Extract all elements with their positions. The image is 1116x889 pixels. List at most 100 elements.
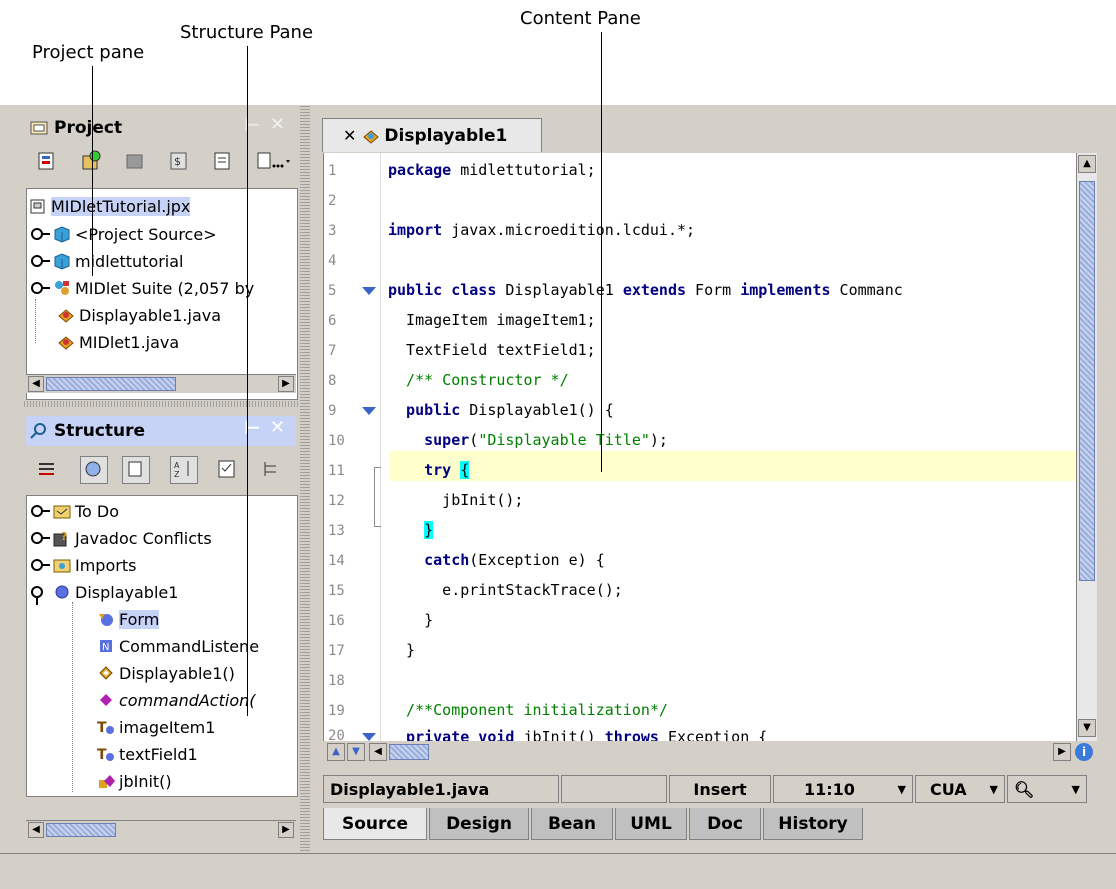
close-tab-icon[interactable]: ✕ xyxy=(343,126,356,145)
chevron-down-icon[interactable]: ▼ xyxy=(898,783,906,796)
tree-view-icon[interactable] xyxy=(260,458,282,480)
tab-design[interactable]: Design xyxy=(429,808,529,840)
scroll-thumb[interactable] xyxy=(389,744,429,760)
fold-arrow-icon[interactable] xyxy=(362,287,376,295)
expander-icon[interactable] xyxy=(31,559,50,571)
splitter[interactable] xyxy=(24,401,298,407)
svg-text:?: ? xyxy=(61,530,67,543)
fold-arrow-icon[interactable] xyxy=(362,733,376,741)
project-hscrollbar[interactable]: ◀ ▶ xyxy=(26,374,296,393)
expander-icon[interactable] xyxy=(31,228,50,240)
expander-icon[interactable] xyxy=(31,586,43,598)
tree-node-midlet-suite[interactable]: MIDlet Suite (2,057 by xyxy=(31,275,254,301)
svg-text:Z: Z xyxy=(174,470,180,479)
editor-vscrollbar[interactable]: ▲ ▼ xyxy=(1076,153,1097,741)
code-line: import javax.microedition.lcdui.*; xyxy=(388,221,696,239)
tab-doc[interactable]: Doc xyxy=(689,808,761,840)
hierarchy-icon[interactable] xyxy=(80,456,108,484)
tree-node-textfield1[interactable]: T textField1 xyxy=(97,741,198,767)
tree-guide-line xyxy=(72,602,74,792)
status-blank xyxy=(561,775,667,803)
tree-node-label: Displayable1.java xyxy=(79,305,222,325)
chevron-down-icon[interactable]: ▼ xyxy=(990,783,998,796)
close-structure-panel-icon[interactable]: ✕ xyxy=(270,417,285,438)
tree-node-jbinit[interactable]: jbInit() xyxy=(97,768,172,794)
tab-history[interactable]: History xyxy=(763,808,863,840)
add-package-icon[interactable] xyxy=(80,150,102,172)
field-icon: T xyxy=(97,745,115,763)
tab-source[interactable]: Source xyxy=(323,808,427,840)
vertical-splitter[interactable] xyxy=(300,106,310,851)
scroll-left-icon[interactable]: ◀ xyxy=(28,822,44,838)
callout-structure-pane: Structure Pane xyxy=(180,22,314,43)
scroll-left-icon[interactable]: ◀ xyxy=(28,376,44,392)
tree-node-form[interactable]: Form xyxy=(97,606,160,632)
tree-node-imports[interactable]: Imports xyxy=(31,552,136,578)
status-file: Displayable1.java xyxy=(323,775,559,803)
scroll-thumb[interactable] xyxy=(1079,181,1095,581)
class-icon xyxy=(53,583,71,601)
line-number: 3 xyxy=(328,223,337,239)
project-properties-icon[interactable] xyxy=(212,150,234,172)
brace-fold-marker xyxy=(374,467,381,527)
sort-icon[interactable] xyxy=(36,458,58,480)
tree-node-midlet-java[interactable]: MIDlet1.java xyxy=(57,329,179,355)
tab-displayable1[interactable]: ✕ Displayable1 xyxy=(322,118,542,152)
scroll-right-icon[interactable]: ▶ xyxy=(1053,743,1071,761)
fold-arrow-icon[interactable] xyxy=(362,407,376,415)
scroll-left-icon[interactable]: ◀ xyxy=(369,743,387,761)
refresh-icon[interactable]: $ xyxy=(168,150,190,172)
status-keymap[interactable]: CUA ▼ xyxy=(915,775,1005,803)
tree-node-commandlistener[interactable]: N CommandListene xyxy=(97,633,259,659)
tree-node-project-file[interactable]: MIDletTutorial.jpx xyxy=(29,193,191,219)
structure-hscrollbar[interactable]: ◀ ▶ xyxy=(26,820,296,839)
scroll-thumb[interactable] xyxy=(46,377,176,391)
tree-node-displayable-java[interactable]: Displayable1.java xyxy=(57,302,221,328)
tree-node-todo[interactable]: To Do xyxy=(31,498,119,524)
scroll-down-icon[interactable]: ▼ xyxy=(1078,719,1096,737)
next-change-icon[interactable]: ▼ xyxy=(347,743,365,761)
add-files-icon[interactable] xyxy=(36,150,58,172)
callout-line-project xyxy=(92,66,93,276)
scroll-right-icon[interactable]: ▶ xyxy=(278,376,294,392)
line-number: 12 xyxy=(328,493,345,509)
members-icon[interactable] xyxy=(122,456,150,484)
tree-node-imageitem1[interactable]: T imageItem1 xyxy=(97,714,215,740)
tree-node-midlettutorial[interactable]: midlettutorial xyxy=(31,248,184,274)
interface-icon: N xyxy=(97,637,115,655)
tab-label: Displayable1 xyxy=(384,125,508,146)
prev-change-icon[interactable]: ▲ xyxy=(327,743,345,761)
scroll-right-icon[interactable]: ▶ xyxy=(278,822,294,838)
tree-node-label: Imports xyxy=(75,555,137,575)
tree-node-label: commandAction( xyxy=(119,690,256,710)
checklist-icon[interactable] xyxy=(216,458,238,480)
project-icon xyxy=(30,120,48,136)
code-editor[interactable]: 1 2 3 4 5 6 7 8 9 10 11 12 13 14 15 16 1… xyxy=(323,153,1076,741)
chevron-down-icon[interactable]: ▼ xyxy=(1072,783,1080,796)
expander-icon[interactable] xyxy=(31,282,50,294)
tree-node-command-action[interactable]: commandAction( xyxy=(97,687,256,713)
close-project-panel-icon[interactable]: ✕ xyxy=(270,114,285,135)
tree-node-displayable1[interactable]: Displayable1 xyxy=(31,579,178,605)
tree-node-project-source[interactable]: <Project Source> xyxy=(31,221,217,247)
tab-bean[interactable]: Bean xyxy=(531,808,613,840)
tab-uml[interactable]: UML xyxy=(615,808,687,840)
status-mode[interactable]: Insert xyxy=(669,775,771,803)
alphabetical-sort-icon[interactable]: AZ xyxy=(170,456,198,484)
remove-icon[interactable] xyxy=(124,150,146,172)
line-number: 4 xyxy=(328,253,337,269)
scroll-thumb[interactable] xyxy=(46,823,116,837)
status-position[interactable]: 11:10 ▼ xyxy=(773,775,913,803)
expander-icon[interactable] xyxy=(31,505,50,517)
code-line: } xyxy=(388,641,416,659)
line-number: 13 xyxy=(328,523,345,539)
zoom-button[interactable]: 🔍︎ ▼ xyxy=(1007,775,1087,803)
info-icon[interactable]: i xyxy=(1075,743,1093,761)
scroll-up-icon[interactable]: ▲ xyxy=(1078,155,1096,173)
expander-icon[interactable] xyxy=(31,532,50,544)
code-line: } xyxy=(424,521,434,539)
expander-icon[interactable] xyxy=(31,255,50,267)
tree-node-constructor[interactable]: Displayable1() xyxy=(97,660,235,686)
more-dropdown-icon[interactable] xyxy=(256,150,292,172)
tree-node-javadoc-conflicts[interactable]: ? Javadoc Conflicts xyxy=(31,525,212,551)
